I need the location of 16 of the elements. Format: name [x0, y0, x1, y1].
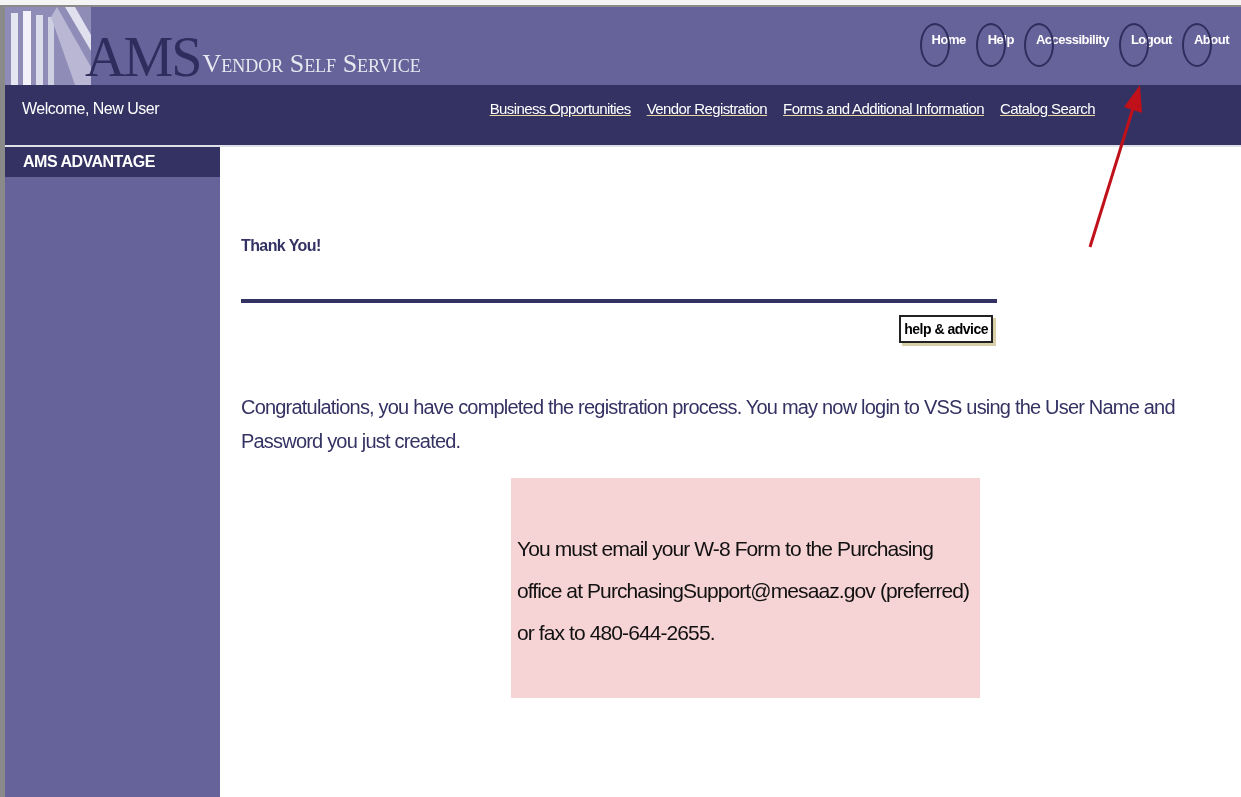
help-button[interactable]: help & advice — [899, 315, 993, 343]
notice-text: You must email your W-8 Form to the Purchasing office at PurchasingSupport@mesaaz.gov (preferred) or fax to 480-644-2655. — [517, 536, 971, 646]
top-nav-link[interactable]: Accessibility — [1023, 23, 1109, 67]
top-nav-link[interactable]: Logout — [1118, 23, 1172, 67]
top-nav-link[interactable]: Home — [919, 23, 966, 67]
sidebar-heading: AMS ADVANTAGE — [5, 147, 220, 177]
nav-link[interactable]: Business Opportunities — [489, 100, 631, 117]
top-nav-link[interactable]: About — [1181, 23, 1229, 67]
logo-mark: AMS — [85, 29, 201, 85]
nav-link[interactable]: Vendor Registration — [646, 100, 768, 117]
logo-title: Vendor Self Service — [202, 49, 421, 79]
nav-link[interactable]: Catalog Search — [1000, 100, 1095, 117]
message-text: Congratulations, you have completed the registration process. You may now login to VSS using the User Name and Password you just created. — [241, 395, 1176, 454]
welcome-text: Welcome, New User — [22, 100, 159, 118]
nav-link[interactable]: Forms and Additional Information — [783, 100, 984, 117]
page-title: Thank You! — [241, 237, 322, 255]
